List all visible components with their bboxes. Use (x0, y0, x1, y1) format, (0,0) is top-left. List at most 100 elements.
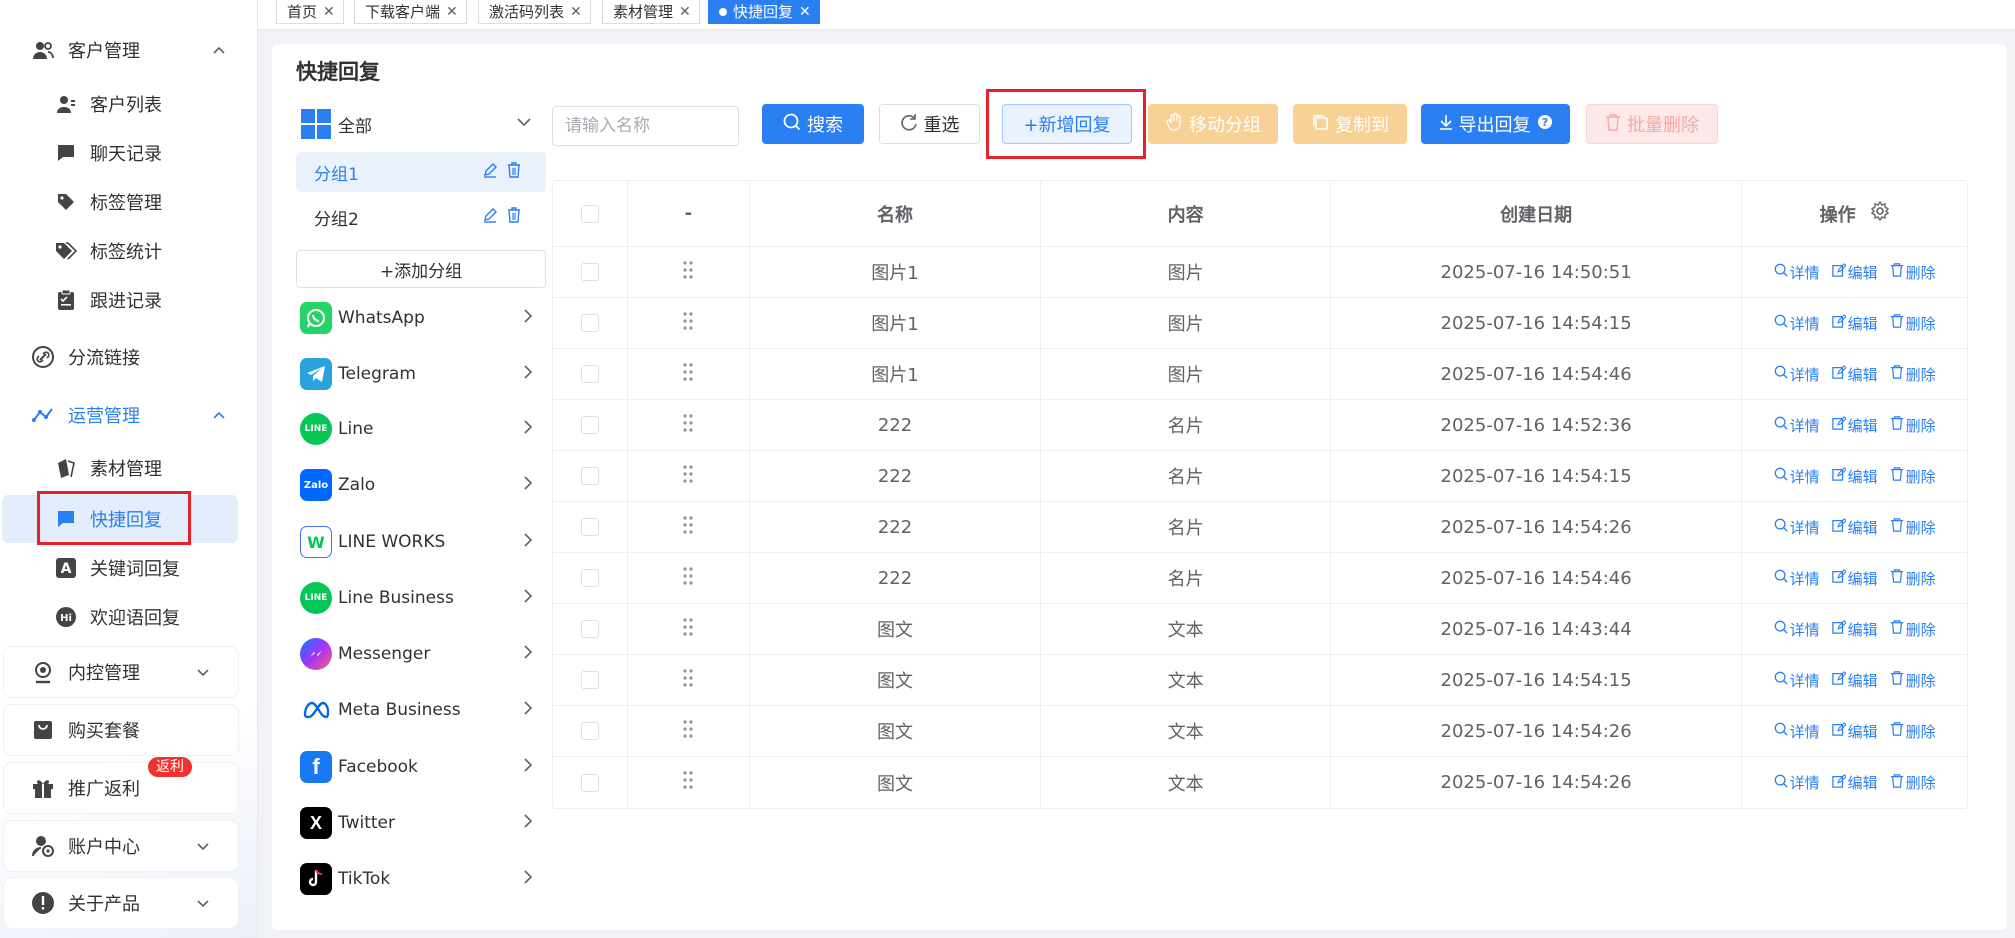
batch-delete-button[interactable]: 批量删除 (1586, 104, 1718, 144)
edit-icon[interactable] (482, 207, 498, 228)
drag-handle[interactable] (628, 706, 750, 756)
sidebar-item-customer-list[interactable]: 客户列表 (0, 80, 257, 128)
edit-link[interactable]: 编辑 (1831, 670, 1878, 691)
edit-link[interactable]: 编辑 (1831, 262, 1878, 283)
checkbox[interactable] (580, 518, 599, 536)
platform-tiktok[interactable]: TikTok (300, 861, 540, 897)
platform-facebook[interactable]: f Facebook (300, 749, 540, 785)
edit-icon[interactable] (482, 162, 498, 183)
row-select[interactable] (553, 451, 628, 501)
platform-meta-business[interactable]: Meta Business (300, 692, 540, 728)
edit-link[interactable]: 编辑 (1831, 772, 1878, 793)
detail-link[interactable]: 详情 (1774, 262, 1820, 283)
edit-link[interactable]: 编辑 (1831, 721, 1878, 742)
detail-link[interactable]: 详情 (1774, 670, 1820, 691)
edit-link[interactable]: 编辑 (1831, 568, 1878, 589)
detail-link[interactable]: 详情 (1774, 721, 1820, 742)
close-icon[interactable]: ✕ (323, 4, 335, 20)
checkbox[interactable] (580, 671, 599, 689)
drag-handle[interactable] (628, 349, 750, 399)
tab-material-management[interactable]: 素材管理 ✕ (602, 0, 700, 24)
detail-link[interactable]: 详情 (1774, 772, 1820, 793)
close-icon[interactable]: ✕ (679, 4, 691, 20)
sidebar-item-welcome-reply[interactable]: Hi 欢迎语回复 (0, 593, 257, 641)
sidebar-item-chat-history[interactable]: 聊天记录 (0, 129, 257, 177)
drag-handle[interactable] (628, 604, 750, 654)
checkbox[interactable] (580, 722, 599, 740)
platform-telegram[interactable]: Telegram (300, 356, 540, 392)
drag-handle[interactable] (628, 757, 750, 808)
detail-link[interactable]: 详情 (1774, 619, 1820, 640)
row-select[interactable] (553, 604, 628, 654)
reset-button[interactable]: 重选 (879, 104, 980, 144)
help-icon[interactable]: ? (1537, 114, 1553, 135)
delete-link[interactable]: 删除 (1890, 772, 1936, 793)
platform-whatsapp[interactable]: WhatsApp (300, 300, 540, 336)
checkbox[interactable] (580, 314, 599, 332)
sidebar-group-promotion-rebate[interactable]: 推广返利 返利 (4, 757, 238, 813)
tab-activation-codes[interactable]: 激活码列表 ✕ (478, 0, 591, 24)
close-icon[interactable]: ✕ (799, 4, 811, 20)
drag-handle[interactable] (628, 247, 750, 297)
drag-handle[interactable] (628, 298, 750, 348)
tab-download-client[interactable]: 下载客户端 ✕ (354, 0, 467, 24)
tab-quick-reply[interactable]: 快捷回复 ✕ (708, 0, 820, 24)
edit-link[interactable]: 编辑 (1831, 517, 1878, 538)
sidebar-group-internal-control[interactable]: 内控管理 (4, 647, 238, 697)
row-select[interactable] (553, 349, 628, 399)
drag-handle[interactable] (628, 553, 750, 603)
trash-icon[interactable] (506, 207, 522, 228)
delete-link[interactable]: 删除 (1890, 721, 1936, 742)
edit-link[interactable]: 编辑 (1831, 364, 1878, 385)
move-group-button[interactable]: 移动分组 (1148, 104, 1278, 144)
row-select[interactable] (553, 247, 628, 297)
gear-icon[interactable] (1870, 200, 1890, 226)
checkbox[interactable] (580, 569, 599, 587)
edit-link[interactable]: 编辑 (1831, 313, 1878, 334)
sidebar-group-about-product[interactable]: 关于产品 (4, 878, 238, 928)
delete-link[interactable]: 删除 (1890, 415, 1936, 436)
edit-link[interactable]: 编辑 (1831, 466, 1878, 487)
row-select[interactable] (553, 298, 628, 348)
export-reply-button[interactable]: 导出回复 ? (1421, 104, 1570, 144)
detail-link[interactable]: 详情 (1774, 466, 1820, 487)
row-select[interactable] (553, 757, 628, 808)
drag-handle[interactable] (628, 655, 750, 705)
checkbox[interactable] (580, 204, 599, 223)
sidebar-item-tag-statistics[interactable]: 标签统计 (0, 227, 257, 275)
row-select[interactable] (553, 502, 628, 552)
checkbox[interactable] (580, 416, 599, 434)
group-all-selector[interactable]: 全部 (300, 104, 540, 144)
edit-link[interactable]: 编辑 (1831, 619, 1878, 640)
detail-link[interactable]: 详情 (1774, 313, 1820, 334)
header-select-all[interactable] (553, 181, 628, 246)
close-icon[interactable]: ✕ (570, 4, 582, 20)
row-select[interactable] (553, 400, 628, 450)
sidebar-group-split-link[interactable]: 分流链接 (0, 332, 257, 382)
add-group-button[interactable]: +添加分组 (296, 250, 546, 288)
delete-link[interactable]: 删除 (1890, 517, 1936, 538)
trash-icon[interactable] (506, 162, 522, 183)
detail-link[interactable]: 详情 (1774, 517, 1820, 538)
checkbox[interactable] (580, 467, 599, 485)
delete-link[interactable]: 删除 (1890, 568, 1936, 589)
checkbox[interactable] (580, 620, 599, 638)
delete-link[interactable]: 删除 (1890, 670, 1936, 691)
sidebar-item-follow-up[interactable]: 跟进记录 (0, 276, 257, 324)
platform-line-business[interactable]: LINE Line Business (300, 580, 540, 616)
row-select[interactable] (553, 706, 628, 756)
search-button[interactable]: 搜索 (762, 104, 864, 144)
delete-link[interactable]: 删除 (1890, 262, 1936, 283)
delete-link[interactable]: 删除 (1890, 364, 1936, 385)
search-input[interactable] (552, 106, 739, 146)
detail-link[interactable]: 详情 (1774, 568, 1820, 589)
platform-line[interactable]: LINE Line (300, 411, 540, 447)
sidebar-item-tag-management[interactable]: 标签管理 (0, 178, 257, 226)
drag-handle[interactable] (628, 400, 750, 450)
tab-home[interactable]: 首页 ✕ (276, 0, 344, 24)
platform-messenger[interactable]: Messenger (300, 636, 540, 672)
group-item[interactable]: 分组2 (296, 197, 546, 237)
drag-handle[interactable] (628, 502, 750, 552)
sidebar-item-keyword-reply[interactable]: A 关键词回复 (0, 544, 257, 592)
checkbox[interactable] (580, 773, 599, 792)
